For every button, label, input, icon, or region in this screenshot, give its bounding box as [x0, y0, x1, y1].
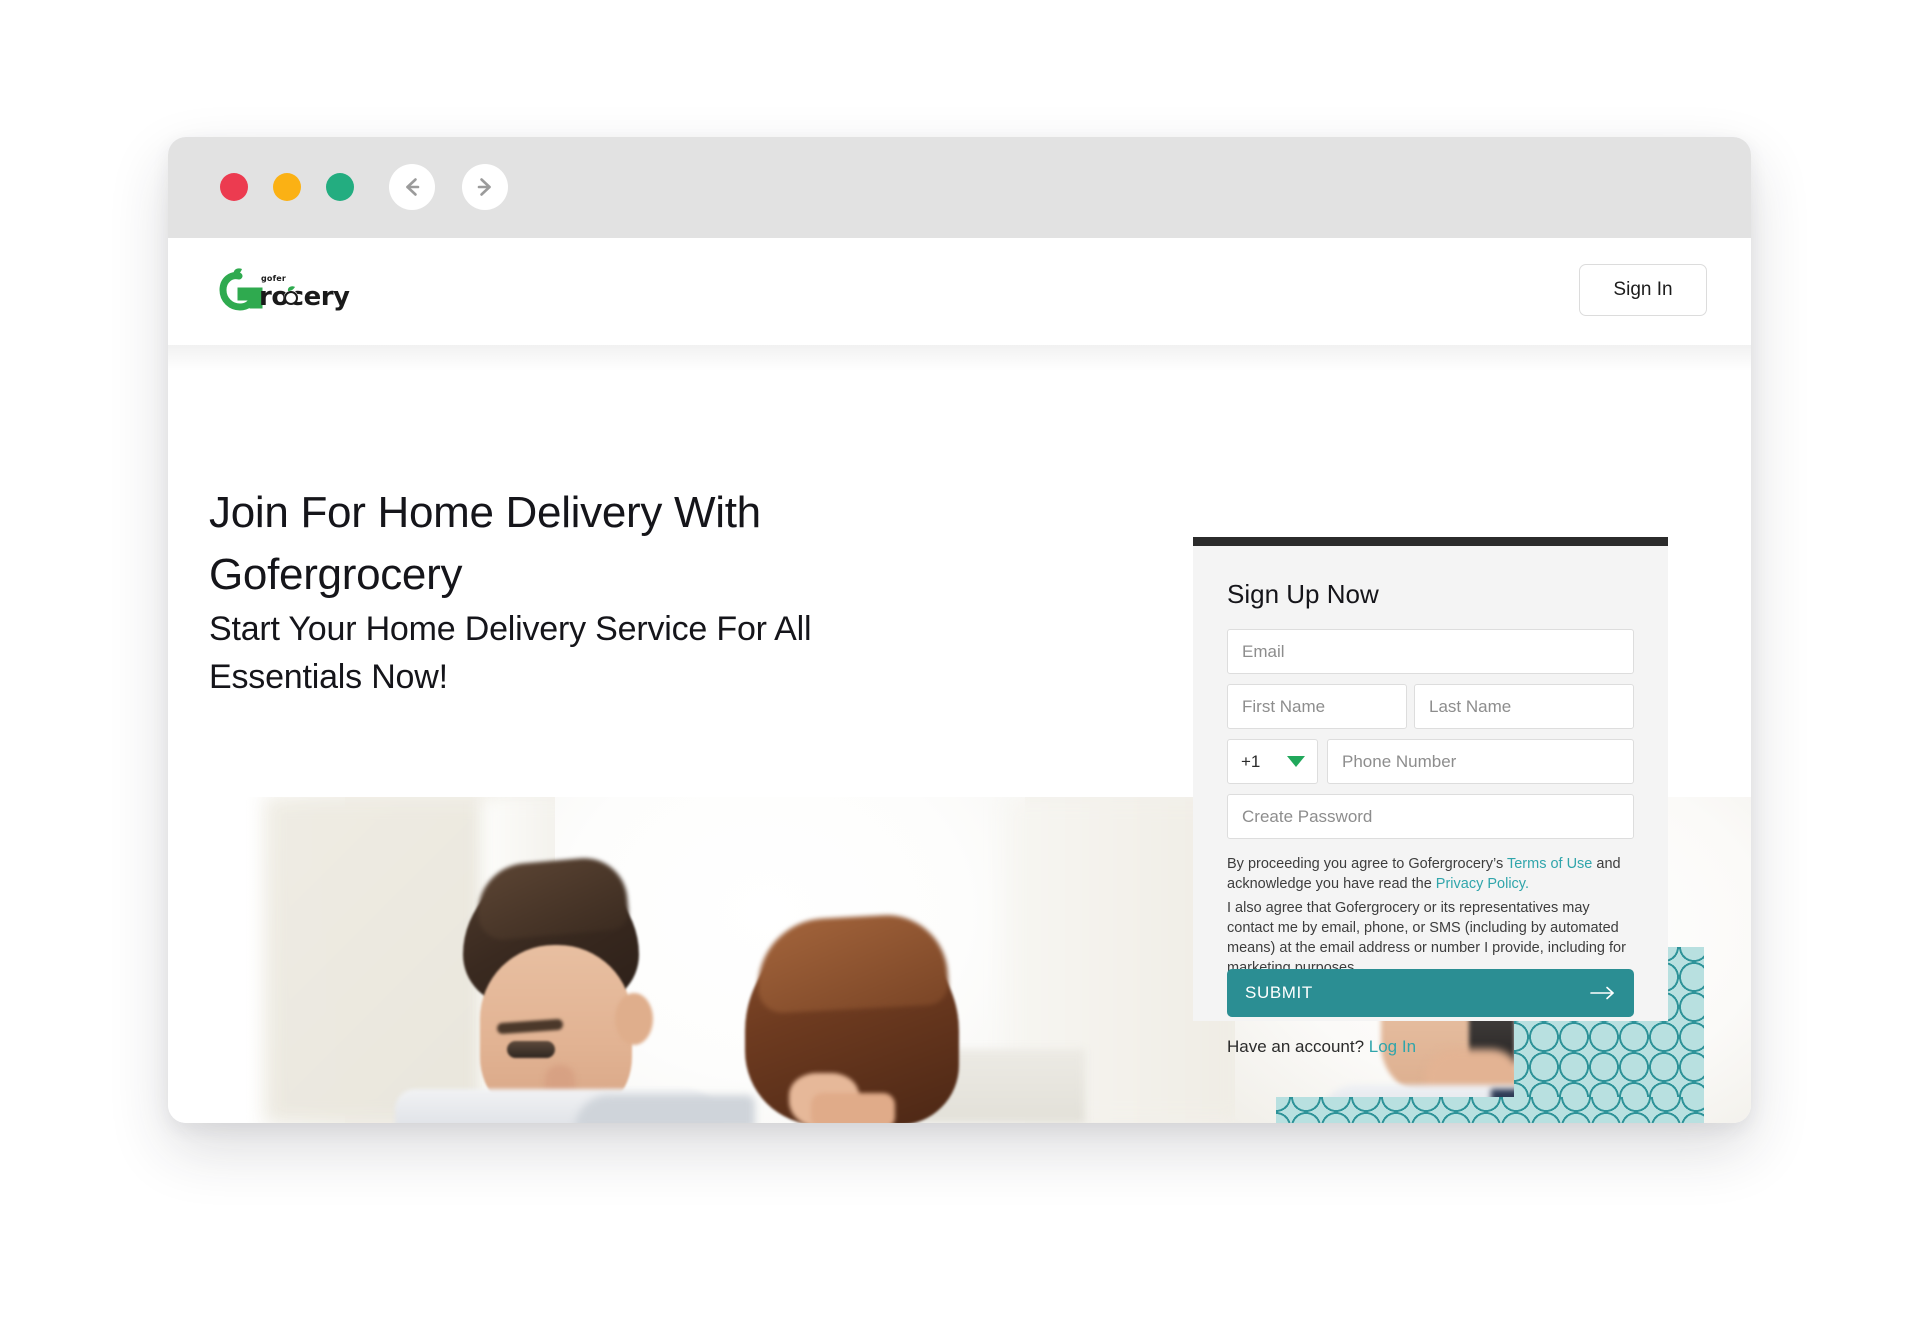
terms-of-use-link[interactable]: Terms of Use [1507, 856, 1592, 872]
page-body: Join For Home Delivery With Gofergrocery… [168, 345, 1751, 1123]
window-minimize-button[interactable] [273, 173, 301, 201]
logo-mark-icon: gofer rocery [219, 268, 351, 312]
browser-forward-button[interactable] [462, 164, 508, 210]
page-title: Join For Home Delivery With Gofergrocery [209, 488, 761, 600]
page-subtitle: Start Your Home Delivery Service For All… [209, 610, 812, 697]
legal-marketing-text: I also agree that Gofergrocery or its re… [1227, 900, 1626, 976]
country-code-value: +1 [1241, 751, 1261, 771]
decorative-lattice-pattern [1276, 1097, 1704, 1123]
browser-window: gofer rocery Gofergrocery Sign In Join F… [168, 137, 1751, 1123]
submit-button[interactable]: SUBMIT [1227, 969, 1634, 1017]
privacy-policy-link[interactable]: Privacy Policy. [1436, 876, 1529, 892]
signup-card: Sign Up Now +1 By proceeding you agree t… [1193, 537, 1668, 1056]
svg-text:rocery: rocery [259, 282, 350, 312]
window-close-button[interactable] [220, 173, 248, 201]
arrow-right-icon [1590, 985, 1616, 1001]
log-in-link[interactable]: Log In [1369, 1037, 1416, 1056]
window-maximize-button[interactable] [326, 173, 354, 201]
back-arrow-icon [399, 174, 425, 200]
submit-button-label: SUBMIT [1245, 983, 1313, 1002]
photo-person-man [575, 1095, 755, 1123]
create-password-input[interactable] [1227, 794, 1634, 839]
photo-person-man [507, 1041, 555, 1058]
legal-terms-text: By proceeding you agree to Gofergrocery’… [1227, 855, 1637, 895]
gofergrocery-logo[interactable]: gofer rocery Gofergrocery [209, 264, 379, 324]
phone-number-input[interactable] [1327, 739, 1634, 784]
signup-card-title: Sign Up Now [1227, 579, 1379, 609]
email-input[interactable] [1227, 629, 1634, 674]
legal-terms-prefix: By proceeding you agree to Gofergrocery’… [1227, 856, 1507, 872]
photo-person-man [615, 993, 653, 1045]
country-code-select[interactable]: +1 [1227, 739, 1318, 784]
first-name-input[interactable] [1227, 684, 1407, 729]
last-name-input[interactable] [1414, 684, 1634, 729]
signup-card-topbar [1193, 537, 1668, 546]
site-header: gofer rocery Gofergrocery Sign In [168, 238, 1751, 345]
have-account-label: Have an account? [1227, 1037, 1369, 1056]
browser-back-button[interactable] [389, 164, 435, 210]
photo-background [265, 797, 495, 1123]
photo-person-woman [811, 1093, 895, 1123]
have-account-text: Have an account? Log In [1227, 1037, 1416, 1057]
chevron-down-icon [1287, 756, 1305, 767]
forward-arrow-icon [472, 174, 498, 200]
browser-titlebar [168, 137, 1751, 238]
sign-in-button[interactable]: Sign In [1579, 264, 1707, 316]
